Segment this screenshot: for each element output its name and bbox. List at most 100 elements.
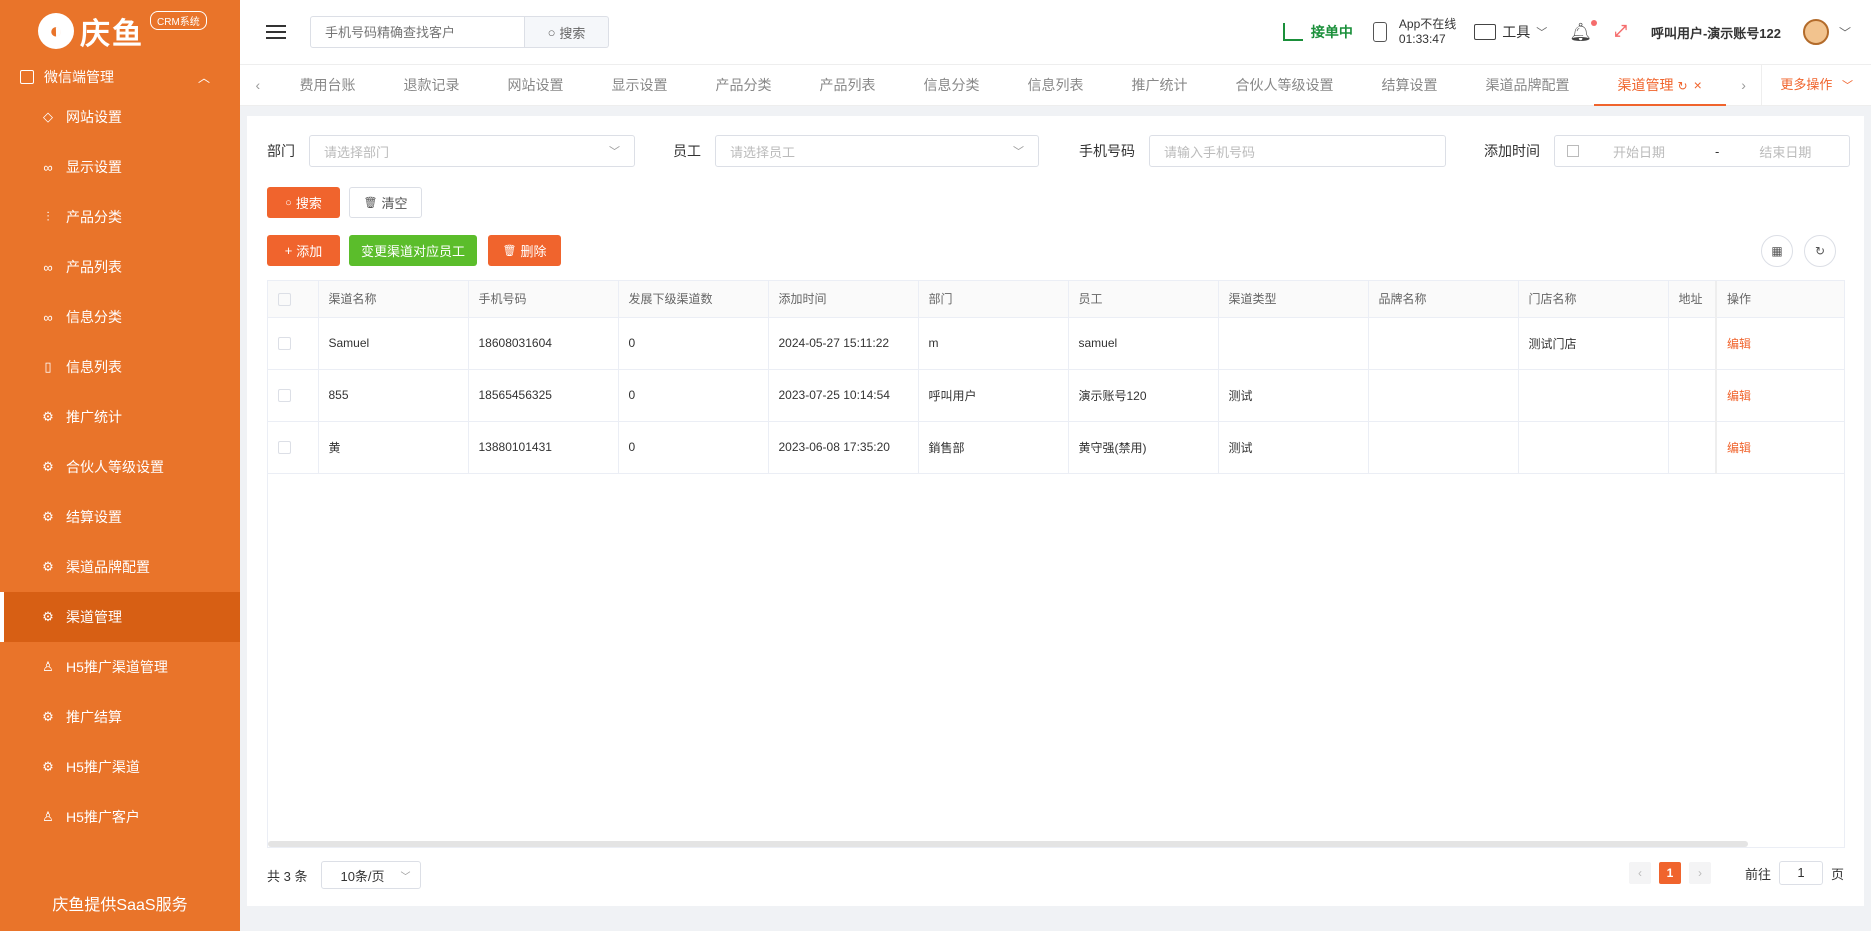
tab[interactable]: 结算设置 <box>1358 64 1462 106</box>
col-header: 渠道类型 <box>1218 281 1369 318</box>
sidebar-item[interactable]: ⚙ 推广统计 <box>0 392 240 442</box>
prev-page-button[interactable]: ‹ <box>1628 862 1651 884</box>
avatar[interactable] <box>1802 19 1829 45</box>
customer-search-input[interactable] <box>310 16 525 48</box>
sidebar-item[interactable]: ⫶ 产品分类 <box>0 192 240 242</box>
tab-label: 费用台账 <box>299 77 356 93</box>
tab[interactable]: 渠道管理 ↻ × <box>1593 64 1726 106</box>
book-icon: ▯ <box>44 359 52 374</box>
tab[interactable]: 渠道品牌配置 <box>1462 64 1594 106</box>
sidebar-item-label: 产品分类 <box>66 209 122 225</box>
delete-button[interactable]: 🗑︎ 删除 <box>488 235 561 266</box>
col-header: 员工 <box>1068 281 1219 318</box>
row-checkbox-cell[interactable] <box>268 421 319 474</box>
sidebar-item[interactable]: ∞ 显示设置 <box>0 142 240 192</box>
sidebar-item[interactable]: ♙ H5推广客户 <box>0 792 240 842</box>
tab-scroll-left-icon[interactable]: ‹ <box>240 77 276 93</box>
glasses-icon: ∞ <box>43 259 53 275</box>
goto-page-input[interactable]: 1 <box>1778 861 1823 885</box>
sidebar-item[interactable]: ♙ H5推广渠道管理 <box>0 642 240 692</box>
fullscreen-icon[interactable]: ⤢ <box>1614 23 1627 41</box>
user-name[interactable]: 呼叫用户-演示账号122 <box>1651 23 1781 42</box>
column-settings-icon[interactable]: ▦ <box>1761 235 1793 267</box>
customer-search-button[interactable]: ○ 搜索 <box>525 16 609 48</box>
search-button-label: 搜索 <box>295 196 322 211</box>
tab[interactable]: 网站设置 <box>484 64 588 106</box>
tab[interactable]: 退款记录 <box>380 64 484 106</box>
phone-input[interactable]: 请输入手机号码 <box>1149 135 1446 167</box>
sidebar-item[interactable]: ∞ 信息分类 <box>0 292 240 342</box>
clear-button[interactable]: 🗑︎ 清空 <box>349 187 422 218</box>
select-all-checkbox-cell[interactable] <box>268 281 319 318</box>
row-checkbox[interactable] <box>278 337 291 351</box>
main-card: 部门 请选择部门 ﹀ 员工 请选择员工 ﹀ 手机号码 请输入手机号码 添加时间 … <box>247 116 1864 906</box>
gear-icon: ⚙ <box>42 459 54 474</box>
tools-menu[interactable]: 工具 ﹀ <box>1474 22 1547 42</box>
goto-page: 前往 1 页 <box>1745 861 1844 885</box>
tab-scroll-right-icon[interactable]: › <box>1726 77 1762 93</box>
edit-link[interactable]: 编辑 <box>1727 389 1751 403</box>
sidebar-item[interactable]: ⚙ 渠道管理 <box>0 592 240 642</box>
tab[interactable]: 显示设置 <box>588 64 692 106</box>
sidebar-item[interactable]: ⚙ 合伙人等级设置 <box>0 442 240 492</box>
sidebar-item-label: 信息列表 <box>66 359 122 375</box>
next-page-button[interactable]: › <box>1688 862 1711 884</box>
sidebar-group-wechat[interactable]: 微信端管理 ︿ <box>0 62 240 92</box>
tab-close-icon[interactable]: × <box>1694 77 1702 93</box>
add-time-range[interactable]: 开始日期 - 结束日期 <box>1554 135 1850 167</box>
table-row[interactable]: 855 18565456325 0 2023-07-25 10:14:54 呼叫用户 演示… <box>268 369 1844 422</box>
select-all-checkbox[interactable] <box>278 292 291 306</box>
row-checkbox-cell[interactable] <box>268 317 319 370</box>
dept-select[interactable]: 请选择部门 ﹀ <box>309 135 635 167</box>
sidebar-item[interactable]: ▯ 信息列表 <box>0 342 240 392</box>
tab[interactable]: 合伙人等级设置 <box>1212 64 1358 106</box>
sliders-icon: ⫶ <box>46 209 50 224</box>
staff-select[interactable]: 请选择员工 ﹀ <box>715 135 1039 167</box>
sidebar-item[interactable]: ⚙ 渠道品牌配置 <box>0 542 240 592</box>
edit-link[interactable]: 编辑 <box>1727 441 1751 455</box>
logo-text: 庆鱼 <box>80 18 144 51</box>
cell-brand <box>1368 421 1519 474</box>
sidebar-item[interactable]: ⚙ H5推广渠道 <box>0 742 240 792</box>
page-number-current[interactable]: 1 <box>1658 862 1681 884</box>
table-row[interactable]: Samuel 18608031604 0 2024-05-27 15:11:22 m sa… <box>268 317 1844 370</box>
menu-toggle-icon[interactable] <box>266 21 286 43</box>
tab[interactable]: 产品列表 <box>796 64 900 106</box>
col-header: 地址 <box>1668 281 1717 318</box>
clear-button-label: 清空 <box>381 196 408 211</box>
sidebar-item[interactable]: ⚙ 结算设置 <box>0 492 240 542</box>
add-button[interactable]: + 添加 <box>267 235 340 266</box>
page-size-select[interactable]: 10条/页 ﹀ <box>321 861 422 889</box>
tab[interactable]: 费用台账 <box>276 64 380 106</box>
logo[interactable]: ◐ 庆鱼 CRM系统 <box>0 0 240 62</box>
tab[interactable]: 信息分类 <box>900 64 1004 106</box>
change-channel-staff-button[interactable]: 变更渠道对应员工 <box>349 235 477 266</box>
tab-refresh-icon[interactable]: ↻ <box>1678 79 1688 93</box>
user-chevron-down-icon[interactable]: ﹀ <box>1839 24 1851 41</box>
table-row[interactable]: 黄 13880101431 0 2023-06-08 17:35:20 銷售部 黄守强(禁… <box>268 421 1844 474</box>
notification-bell-icon[interactable]: 🔔︎ <box>1569 19 1598 43</box>
sidebar-item[interactable]: ◇ 网站设置 <box>0 92 240 142</box>
tab[interactable]: 产品分类 <box>692 64 796 106</box>
sidebar-item[interactable]: ⚙ 推广结算 <box>0 692 240 742</box>
refresh-icon[interactable]: ↻ <box>1804 235 1836 267</box>
glasses-icon: ∞ <box>43 309 53 325</box>
search-button[interactable]: ○ 搜索 <box>267 187 340 218</box>
row-checkbox[interactable] <box>278 441 291 455</box>
accept-orders-toggle[interactable]: 接单中 <box>1282 22 1353 42</box>
tab[interactable]: 信息列表 <box>1004 64 1108 106</box>
cell-address <box>1668 421 1717 474</box>
sidebar-item[interactable]: ∞ 产品列表 <box>0 242 240 292</box>
tab[interactable]: 推广统计 <box>1108 64 1212 106</box>
horizontal-scrollbar[interactable] <box>268 841 1748 847</box>
more-operations-menu[interactable]: 更多操作 ﹀ <box>1761 64 1871 106</box>
edit-link[interactable]: 编辑 <box>1727 337 1751 351</box>
tag-icon: ◇ <box>43 109 53 124</box>
row-checkbox-cell[interactable] <box>268 369 319 422</box>
cell-dept: 銷售部 <box>918 421 1069 474</box>
app-status-text: App不在线 <box>1398 17 1457 31</box>
goto-prefix: 前往 <box>1744 866 1771 882</box>
staff-select-placeholder: 请选择员工 <box>730 144 796 160</box>
row-checkbox[interactable] <box>278 389 291 403</box>
sidebar-item-label: 显示设置 <box>66 159 122 175</box>
